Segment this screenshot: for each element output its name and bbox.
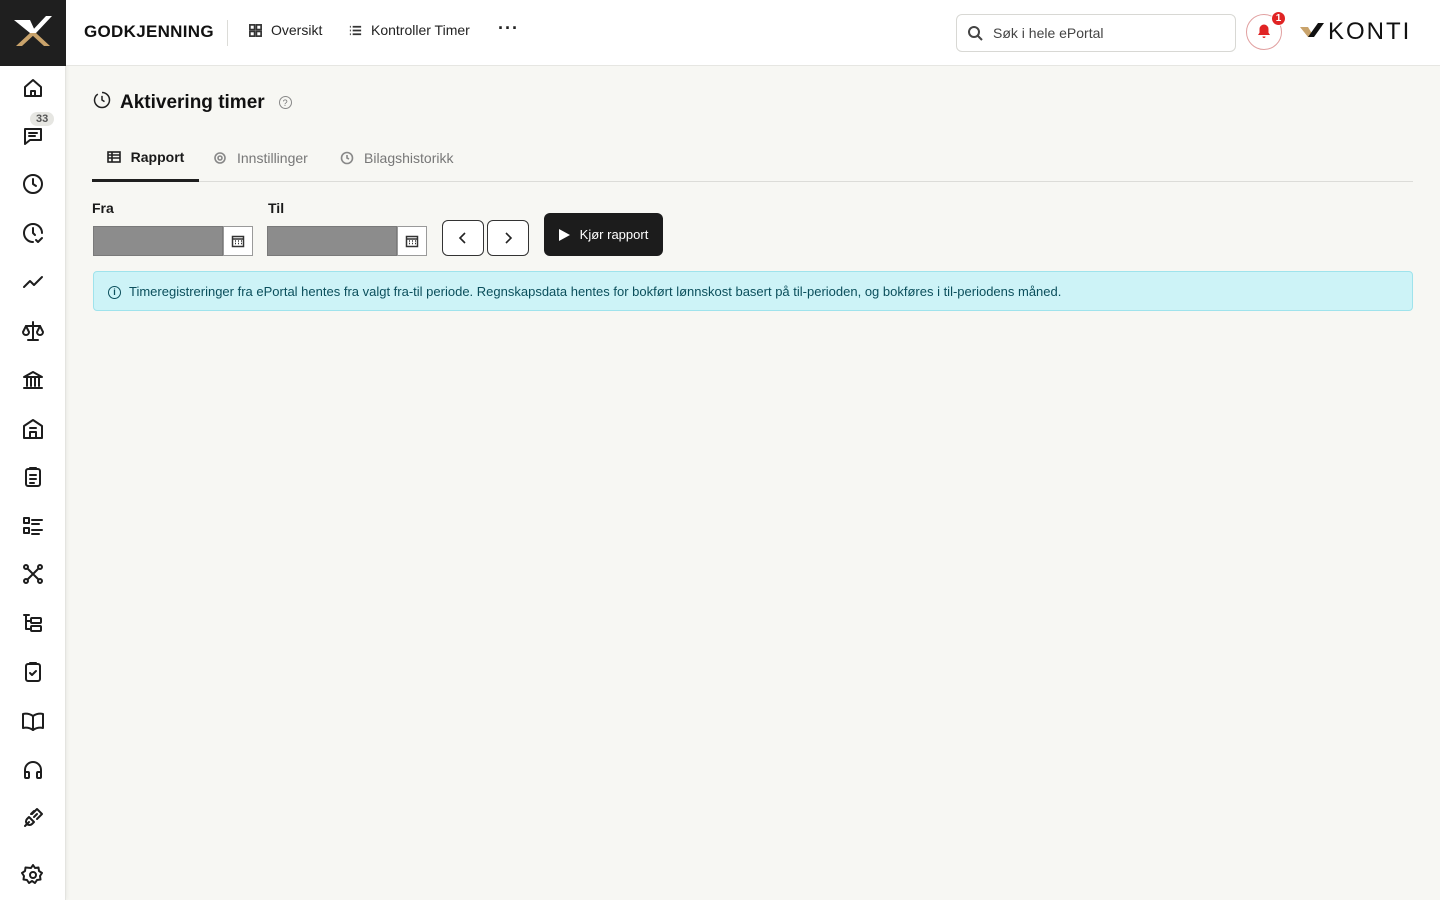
konti-logo-mark-icon <box>1300 23 1324 37</box>
konti-logo: KONTI <box>1298 18 1411 46</box>
bell-icon <box>1258 24 1270 38</box>
from-label: Fra <box>92 200 114 216</box>
messages-badge: 33 <box>30 112 55 126</box>
konti-logo-text: KONTI <box>1328 18 1412 45</box>
sidebar-item-tree[interactable] <box>0 603 66 643</box>
network-icon <box>23 564 43 584</box>
list-icon <box>349 25 362 35</box>
notification-count-badge: 1 <box>1271 11 1286 26</box>
sidebar-item-messages[interactable]: 33 <box>0 112 66 156</box>
sidebar-item-book[interactable] <box>0 701 66 741</box>
sidebar-item-network[interactable] <box>0 554 66 594</box>
to-date-field[interactable] <box>267 226 397 256</box>
clipboard-check-icon <box>25 662 41 682</box>
trend-icon <box>23 276 43 288</box>
notifications-button[interactable]: 1 <box>1246 11 1286 50</box>
gear-icon <box>214 152 226 164</box>
sidebar-item-settings[interactable] <box>0 855 66 895</box>
next-period-button[interactable] <box>487 220 529 256</box>
clock-icon <box>23 174 43 194</box>
building-icon <box>23 419 43 439</box>
header-separator <box>227 20 228 46</box>
tab-innstillinger[interactable]: Innstillinger <box>213 134 308 182</box>
brand-mark-icon <box>14 16 52 46</box>
previous-period-button[interactable] <box>442 220 484 256</box>
page-title: Aktivering timer <box>120 91 265 113</box>
sidebar-item-building[interactable] <box>0 409 66 449</box>
sidebar-item-clipboard-list[interactable] <box>0 457 66 497</box>
sidebar: 33 <box>0 0 66 900</box>
sidebar-item-integrations[interactable] <box>0 798 66 838</box>
sidebar-item-trend[interactable] <box>0 262 66 302</box>
sidebar-item-bank[interactable] <box>0 360 66 400</box>
top-header: GODKJENNING Oversikt Kontroller Timer ··… <box>66 0 1440 66</box>
info-alert-text: Timeregistreringer fra ePortal hentes fr… <box>129 283 1062 299</box>
table-icon <box>106 150 121 163</box>
global-search[interactable] <box>956 14 1236 52</box>
tab-rapport-label: Rapport <box>130 148 185 165</box>
nav-link-kontroller-timer-label: Kontroller Timer <box>371 22 470 38</box>
to-label: Til <box>268 200 285 216</box>
tab-bilagshistorikk[interactable]: Bilagshistorikk <box>340 134 453 182</box>
tab-innstillinger-label: Innstillinger <box>237 150 308 166</box>
headset-icon <box>24 761 42 779</box>
sidebar-item-clipboard-check[interactable] <box>0 652 66 692</box>
tab-rapport[interactable]: Rapport <box>92 134 199 182</box>
calendar-icon <box>231 235 245 248</box>
clock-check-icon <box>23 223 43 243</box>
more-menu-button[interactable]: ··· <box>498 18 519 39</box>
play-icon <box>558 228 570 241</box>
brand-logo-tile[interactable] <box>0 0 66 66</box>
sidebar-item-checklist[interactable] <box>0 506 66 546</box>
sidebar-item-support[interactable] <box>0 750 66 790</box>
chevron-right-icon <box>505 232 513 244</box>
search-icon <box>968 26 983 41</box>
run-report-label: Kjør rapport <box>579 227 649 242</box>
messages-icon <box>24 128 42 145</box>
nav-link-kontroller-timer[interactable]: Kontroller Timer <box>348 22 470 38</box>
sidebar-item-clock-check[interactable] <box>0 213 66 253</box>
bank-icon <box>23 371 43 389</box>
book-icon <box>22 712 44 731</box>
nav-link-oversikt-label: Oversikt <box>271 22 323 38</box>
chevron-left-icon <box>458 232 466 244</box>
run-report-button[interactable]: Kjør rapport <box>544 213 663 256</box>
from-calendar-button[interactable] <box>223 226 253 256</box>
scale-icon <box>22 321 44 341</box>
info-alert: i Timeregistreringer fra ePortal hentes … <box>93 271 1413 311</box>
to-calendar-button[interactable] <box>397 226 427 256</box>
app-title: GODKJENNING <box>84 22 214 41</box>
tab-bilagshistorikk-label: Bilagshistorikk <box>364 150 454 166</box>
nav-link-oversikt[interactable]: Oversikt <box>248 22 322 38</box>
grid-icon <box>249 23 262 37</box>
page-title-row: Aktivering timer ? <box>92 90 292 115</box>
sidebar-item-scale[interactable] <box>0 311 66 351</box>
help-icon[interactable]: ? <box>278 96 292 109</box>
clock-icon <box>92 90 112 115</box>
to-date-input[interactable] <box>267 226 427 256</box>
info-icon: i <box>108 285 121 299</box>
calendar-icon <box>405 235 419 248</box>
settings-icon <box>21 864 43 884</box>
history-icon <box>340 151 354 165</box>
from-date-field[interactable] <box>93 226 223 256</box>
sidebar-item-home[interactable] <box>0 68 66 108</box>
search-input[interactable] <box>993 25 1223 41</box>
home-icon <box>24 79 42 97</box>
sidebar-item-clock[interactable] <box>0 164 66 204</box>
clipboard-list-icon <box>25 467 41 487</box>
tree-icon <box>23 614 42 632</box>
from-date-input[interactable] <box>93 226 253 256</box>
tab-bar: Rapport Innstillinger Bilagshistorikk <box>92 134 1413 182</box>
plug-icon <box>24 808 43 827</box>
checklist-icon <box>23 517 43 535</box>
